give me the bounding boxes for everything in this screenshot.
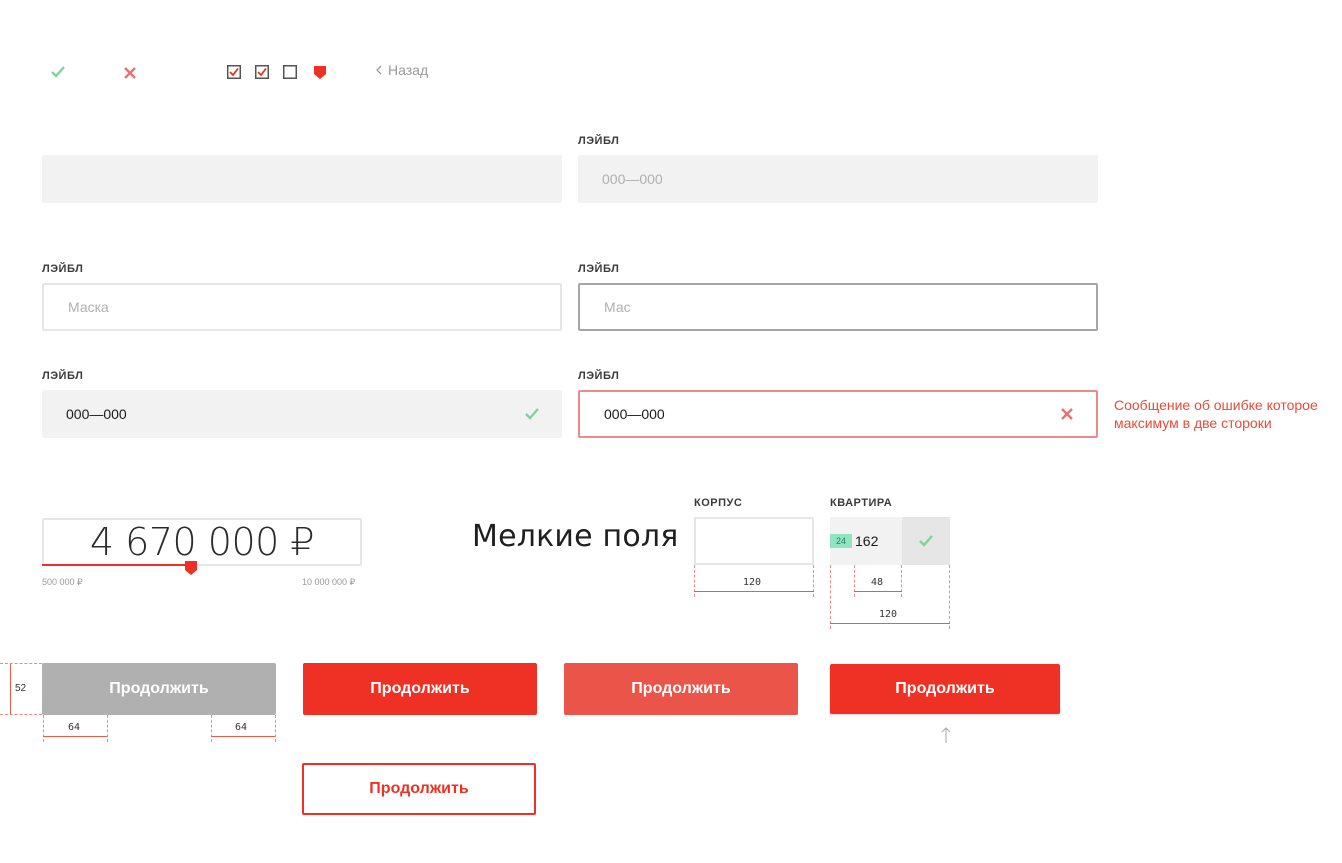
range-max-label: 10 000 000 ₽ (302, 577, 356, 587)
dim-line (43, 736, 107, 737)
input-value: 000—000 (604, 406, 665, 422)
dim-guide (0, 663, 42, 664)
focused-input[interactable]: Мас (578, 283, 1098, 331)
mask-input[interactable]: Маска (42, 283, 562, 331)
dim-guide (10, 663, 11, 715)
dim-guide (949, 565, 950, 629)
kvartira-label: КВАРТИРА (830, 497, 893, 509)
kvartira-input[interactable]: 24 162 (830, 517, 950, 565)
error-input[interactable]: 000—000 (578, 390, 1098, 438)
check-icon (525, 408, 539, 420)
masked-input[interactable]: 000—000 (578, 155, 1098, 203)
check-icon (51, 66, 65, 78)
dim-kvartira-width: 120 (877, 609, 900, 620)
field-label: ЛЭЙБЛ (42, 370, 84, 382)
continue-button-pressed[interactable]: Продолжить (830, 664, 1060, 714)
close-icon (124, 67, 136, 79)
field-label: ЛЭЙБЛ (578, 263, 620, 275)
dim-guide (211, 715, 212, 742)
back-link-label: Назад (388, 62, 429, 78)
dim-guide (830, 565, 831, 629)
input-placeholder: 000—000 (602, 171, 663, 187)
dim-guide (901, 565, 902, 597)
continue-button[interactable]: Продолжить (303, 663, 537, 715)
empty-input[interactable] (42, 155, 562, 203)
chevron-left-icon (376, 65, 382, 75)
range-min-label: 500 000 ₽ (42, 577, 83, 587)
dim-button-pad-right: 64 (233, 722, 250, 733)
korpus-label: КОРПУС (694, 497, 743, 509)
dim-line (830, 623, 950, 624)
dim-guide (43, 715, 44, 742)
slider-handle-icon (314, 66, 326, 79)
checkbox-unchecked-icon[interactable] (283, 65, 297, 79)
continue-button-outline[interactable]: Продолжить (302, 763, 536, 815)
kvartira-value: 162 (855, 533, 879, 549)
field-label: ЛЭЙБЛ (42, 263, 84, 275)
dim-guide (813, 565, 814, 597)
section-title: Мелкие поля (472, 519, 679, 554)
dim-guide (854, 565, 855, 597)
close-icon (1061, 408, 1073, 420)
price-value: 4 670 000 ₽ (89, 520, 315, 564)
valid-input[interactable]: 000—000 (42, 390, 562, 438)
dim-button-pad-left: 64 (66, 722, 83, 733)
korpus-input[interactable] (694, 517, 814, 565)
dim-guide (694, 565, 695, 597)
checkbox-checked-icon[interactable] (227, 65, 241, 79)
slider-handle[interactable] (185, 561, 197, 575)
kvartira-badge: 24 (830, 534, 852, 548)
checkbox-checked-icon-2[interactable] (255, 65, 269, 79)
arrow-up-icon (941, 727, 951, 743)
dim-line (854, 591, 902, 592)
dim-line (694, 591, 814, 592)
slider-track-fill (42, 564, 192, 566)
price-input[interactable]: 4 670 000 ₽ (42, 518, 362, 566)
dim-button-height: 52 (13, 683, 29, 694)
dim-guide (0, 714, 42, 715)
dim-line (211, 736, 275, 737)
dim-korpus-width: 120 (741, 577, 764, 588)
check-icon (919, 535, 933, 547)
error-message: Сообщение об ошибке которое максимум в д… (1114, 397, 1318, 431)
input-value: 000—000 (66, 406, 127, 422)
continue-button-hover[interactable]: Продолжить (564, 663, 798, 715)
dim-guide (107, 715, 108, 742)
dim-kvartira-inner: 48 (869, 577, 886, 588)
input-placeholder: Мас (604, 299, 631, 315)
kvartira-status (902, 517, 950, 565)
field-label: ЛЭЙБЛ (578, 370, 620, 382)
input-placeholder: Маска (68, 299, 109, 315)
dim-guide (275, 715, 276, 742)
continue-button-disabled: Продолжить (42, 663, 276, 715)
field-label: ЛЭЙБЛ (578, 135, 620, 147)
back-link[interactable]: Назад (375, 62, 428, 78)
